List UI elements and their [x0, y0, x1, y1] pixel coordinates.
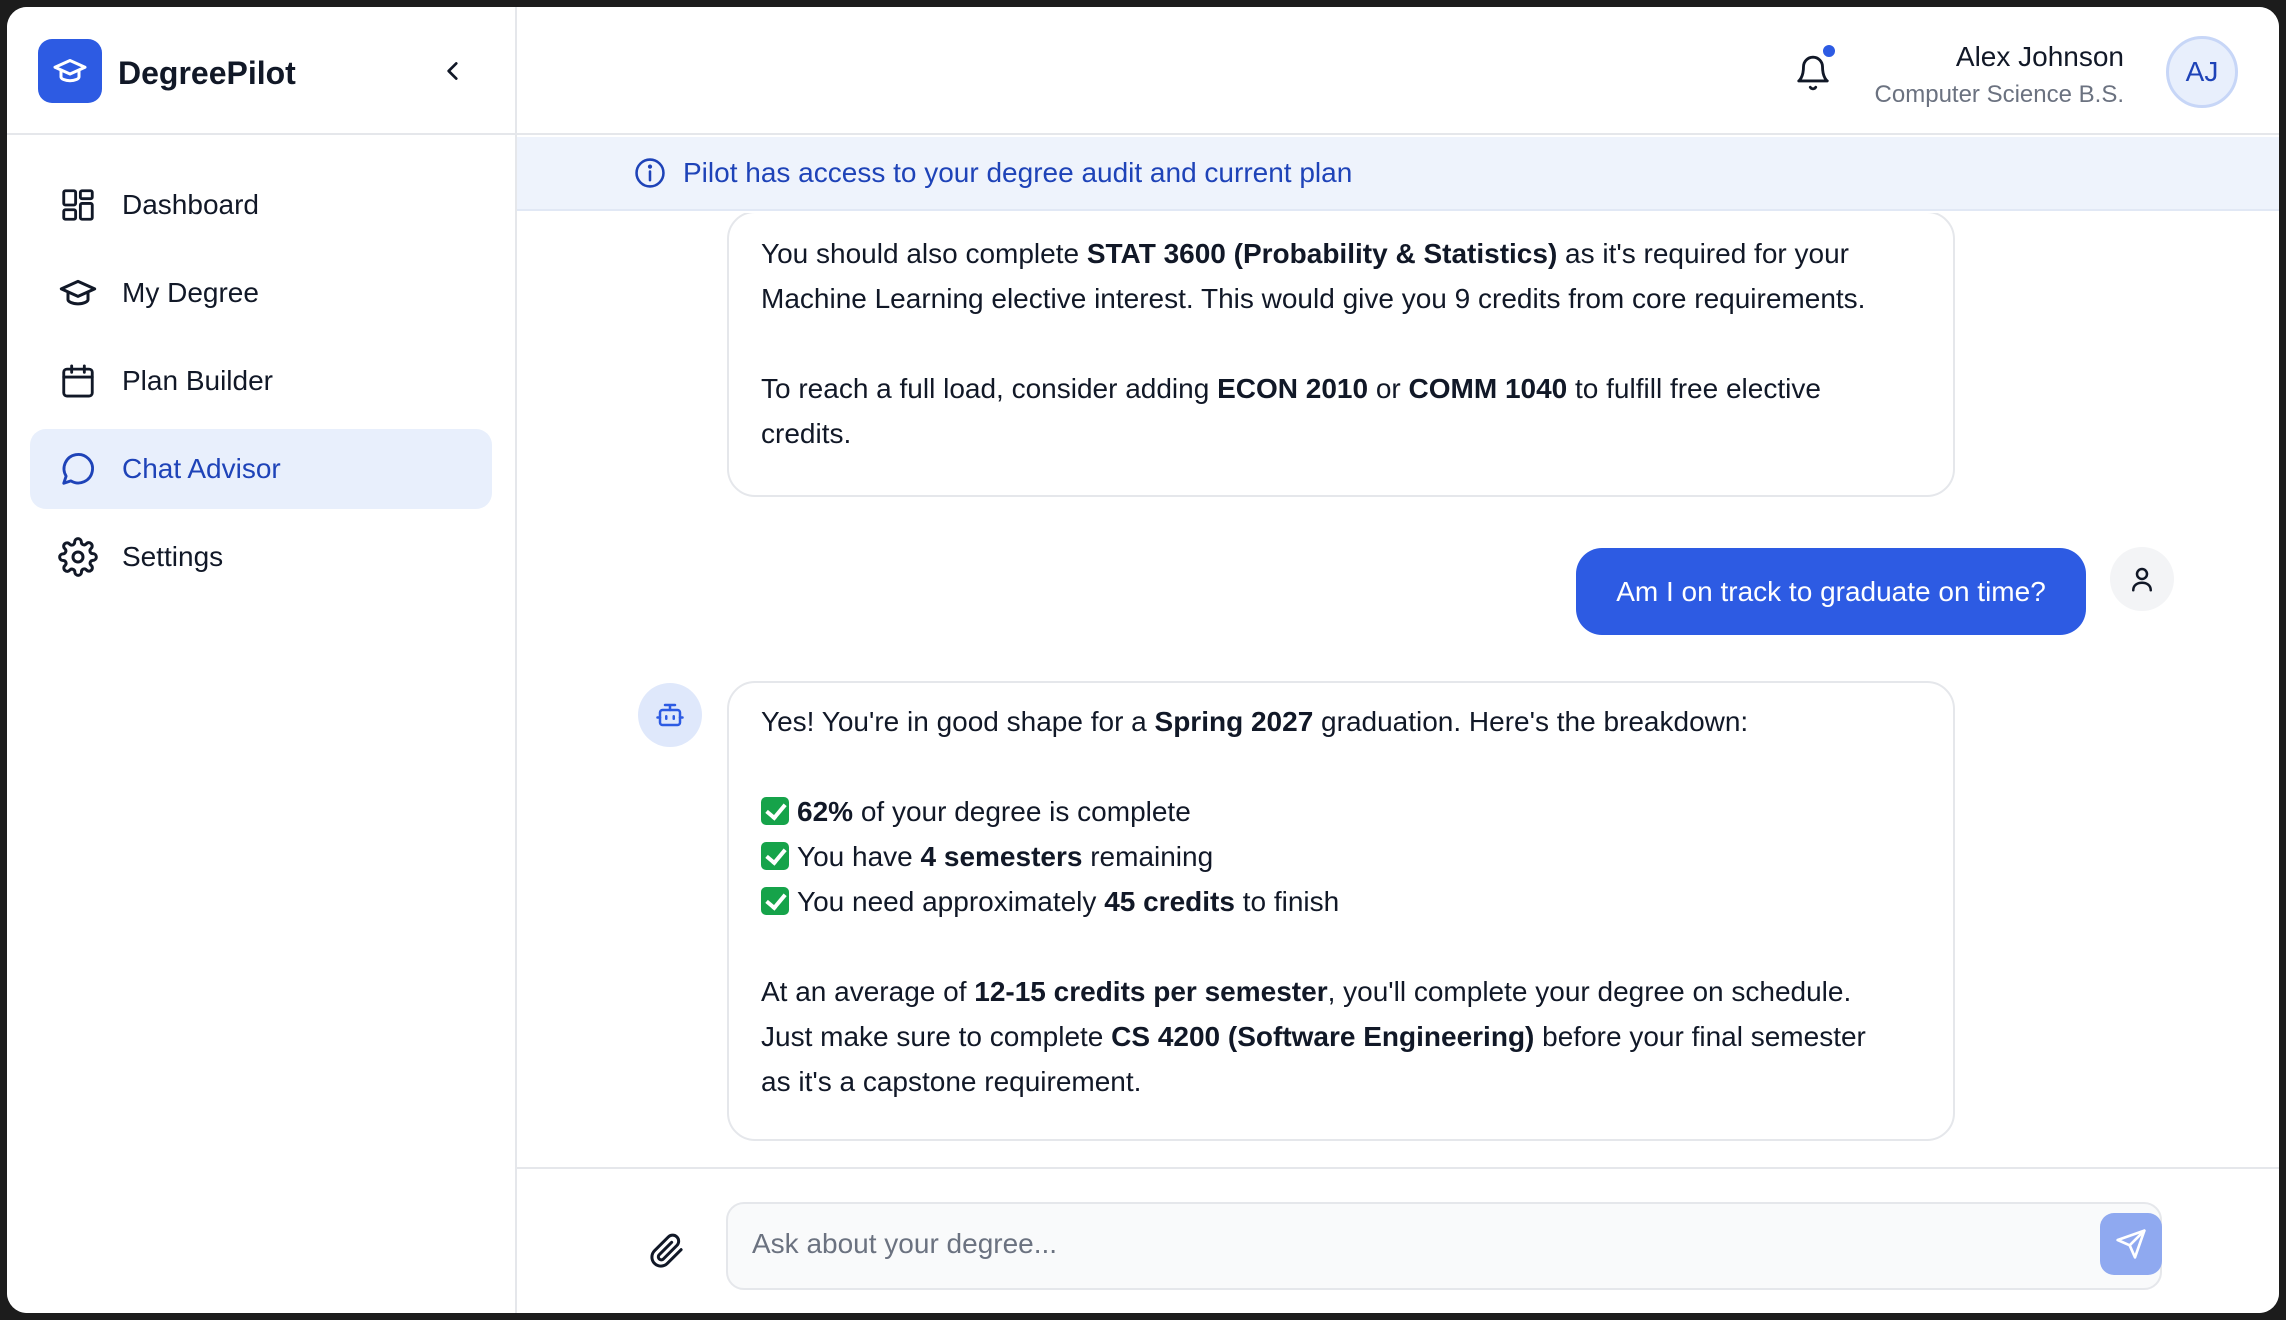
assistant-message: You should also complete STAT 3600 (Prob…	[727, 213, 1955, 497]
graduation-cap-icon	[58, 273, 98, 313]
sidebar-item-label: Chat Advisor	[122, 453, 281, 484]
chat-bubble-icon	[58, 449, 98, 489]
attach-button[interactable]	[649, 1233, 689, 1273]
chat-messages: You should also complete STAT 3600 (Prob…	[517, 213, 2279, 1167]
checklist-item: You need approximately 45 credits to fin…	[761, 879, 1921, 924]
sidebar-item-label: Plan Builder	[122, 365, 273, 396]
user-icon	[2110, 547, 2174, 611]
gear-icon	[58, 537, 98, 577]
checklist-item: You have 4 semesters remaining	[761, 834, 1921, 879]
sidebar-item-plan-builder[interactable]: Plan Builder	[30, 341, 492, 421]
message-line: Machine Learning elective interest. This…	[761, 283, 1866, 314]
check-icon	[761, 797, 789, 825]
message-composer	[517, 1167, 2279, 1313]
collapse-sidebar-button[interactable]	[435, 53, 471, 89]
assistant-message: Yes! You're in good shape for a Spring 2…	[727, 681, 1955, 1141]
top-header: Alex Johnson Computer Science B.S. AJ	[517, 7, 2279, 135]
user-avatar[interactable]: AJ	[2166, 36, 2238, 108]
assistant-avatar	[638, 683, 702, 747]
sidebar-item-my-degree[interactable]: My Degree	[30, 253, 492, 333]
sidebar-item-label: Dashboard	[122, 189, 259, 220]
check-icon	[761, 842, 789, 870]
app-name: DegreePilot	[118, 55, 296, 91]
brand-header: DegreePilot	[7, 7, 515, 135]
message-input[interactable]	[752, 1218, 2052, 1270]
sidebar-item-label: Settings	[122, 541, 224, 572]
send-button[interactable]	[2100, 1213, 2162, 1275]
message-line: credits.	[761, 418, 852, 449]
message-line: You should also complete STAT 3600 (Prob…	[761, 238, 1849, 269]
message-input-container	[726, 1202, 2162, 1290]
message-line: Yes! You're in good shape for a Spring 2…	[761, 706, 1749, 737]
graduation-cap-logo-icon	[38, 39, 102, 103]
robot-icon	[656, 703, 684, 727]
sidebar-nav: Dashboard My Degree Plan Builder Chat Ad…	[30, 165, 492, 605]
sidebar: DegreePilot Dashboard My Degree Plan Bui…	[7, 7, 517, 1313]
message-line: Just make sure to complete CS 4200 (Soft…	[761, 1021, 1866, 1052]
sidebar-item-label: My Degree	[122, 277, 259, 308]
app-window: DegreePilot Dashboard My Degree Plan Bui…	[7, 7, 2279, 1313]
user-name: Alex Johnson	[1955, 41, 2124, 72]
user-message: Am I on track to graduate on time?	[1576, 548, 2086, 635]
chevron-left-icon	[447, 62, 458, 80]
info-icon	[635, 158, 665, 188]
calendar-icon	[58, 361, 98, 401]
message-line: At an average of 12-15 credits per semes…	[761, 976, 1852, 1007]
check-icon	[761, 887, 789, 915]
paperclip-icon	[650, 1233, 683, 1268]
info-banner-text: Pilot has access to your degree audit an…	[683, 157, 1353, 188]
message-line: as it's a capstone requirement.	[761, 1066, 1142, 1097]
user-program: Computer Science B.S.	[1874, 81, 2124, 108]
sidebar-item-dashboard[interactable]: Dashboard	[30, 165, 492, 245]
message-line: To reach a full load, consider adding EC…	[761, 373, 1821, 404]
dashboard-icon	[58, 185, 98, 225]
checklist-item: 62% of your degree is complete	[761, 789, 1921, 834]
send-icon	[2116, 1229, 2146, 1259]
sidebar-item-chat-advisor[interactable]: Chat Advisor	[30, 429, 492, 509]
sidebar-item-settings[interactable]: Settings	[30, 517, 492, 597]
notification-dot	[1821, 43, 1837, 59]
info-banner: Pilot has access to your degree audit an…	[517, 137, 2279, 211]
